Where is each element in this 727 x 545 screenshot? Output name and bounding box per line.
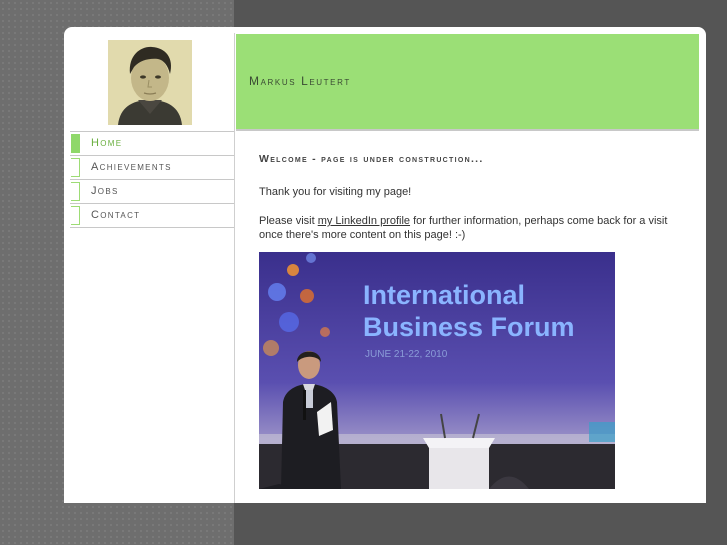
photo-title-line1: International (363, 280, 525, 310)
nav-item-label: Contact (91, 209, 141, 221)
nav-item-jobs[interactable]: Jobs (70, 180, 234, 204)
info-paragraph: Please visit my LinkedIn profile for fur… (259, 214, 684, 242)
nav-item-contact[interactable]: Contact (70, 204, 234, 228)
intro-paragraph: Thank you for visiting my page! (259, 186, 412, 198)
nav-marker (71, 158, 80, 177)
site-title: Markus Leutert (249, 74, 351, 88)
photo-title-line2: Business Forum (363, 312, 575, 342)
nav-item-label: Home (91, 137, 123, 149)
info-text-before: Please visit (259, 215, 318, 227)
nav-marker (71, 182, 80, 201)
nav-item-label: Jobs (91, 185, 119, 197)
conference-photo: International Business Forum JUNE 21-22,… (259, 252, 615, 489)
page-heading: Welcome - page is under construction... (259, 153, 484, 165)
conference-photo-image: International Business Forum JUNE 21-22,… (259, 252, 615, 489)
main-navigation: Home Achievements Jobs Contact (70, 131, 234, 228)
sidebar: Home Achievements Jobs Contact (70, 33, 235, 503)
nav-item-home[interactable]: Home (70, 132, 234, 156)
portrait-image (108, 40, 192, 125)
profile-photo (108, 40, 192, 125)
nav-item-label: Achievements (91, 161, 172, 173)
nav-active-marker (71, 134, 80, 153)
page-inner: Home Achievements Jobs Contact Markus Le… (70, 33, 700, 503)
site-header: Markus Leutert (236, 34, 699, 131)
nav-item-achievements[interactable]: Achievements (70, 156, 234, 180)
photo-date: JUNE 21-22, 2010 (365, 349, 448, 360)
linkedin-profile-link[interactable]: my LinkedIn profile (318, 215, 410, 227)
page-container: Home Achievements Jobs Contact Markus Le… (64, 27, 706, 503)
nav-marker (71, 206, 80, 225)
